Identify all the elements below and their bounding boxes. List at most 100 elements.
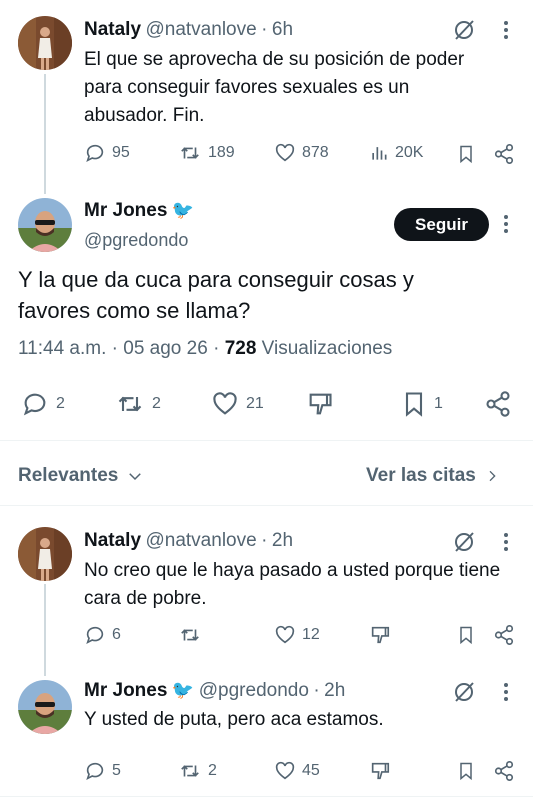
chevron-down-icon (129, 473, 142, 481)
share-icon[interactable] (493, 143, 515, 170)
reply-text: No creo que le haya pasado a usted porqu… (84, 560, 501, 609)
dislike-icon[interactable] (369, 624, 391, 651)
tweet-text: El que se aprovecha de su posición de po… (84, 49, 465, 126)
divider (0, 505, 533, 506)
bookmark-count: 1 (434, 395, 443, 412)
reply-icon (86, 762, 104, 780)
separator-dot: · (213, 338, 220, 359)
author-handle[interactable]: @natvanlove (145, 19, 256, 40)
avatar-photo-mrjones (18, 680, 72, 734)
thread-line (44, 74, 46, 194)
author-name[interactable]: Nataly (84, 19, 141, 40)
retweet-count: 2 (152, 395, 161, 412)
reply-count: 5 (112, 762, 121, 779)
author-name[interactable]: Mr Jones (84, 200, 167, 221)
retweet-icon (181, 765, 199, 777)
avatar-photo-nataly (18, 16, 72, 70)
retweet-count: 189 (208, 144, 235, 161)
author-name[interactable]: Nataly (84, 530, 141, 551)
timestamp[interactable]: 2h (324, 680, 345, 701)
reply-button[interactable]: 2 (20, 390, 65, 418)
timestamp[interactable]: 6h (272, 19, 293, 40)
reply-icon (86, 144, 104, 162)
reply-count: 6 (112, 626, 121, 643)
views-count: 20K (395, 144, 424, 161)
sort-label: Relevantes (18, 465, 119, 486)
follow-button[interactable]: Seguir (394, 208, 489, 241)
avatar[interactable] (18, 680, 72, 734)
like-count: 21 (246, 395, 264, 412)
views-label[interactable]: Visualizaciones (262, 338, 393, 359)
bookmark-icon[interactable] (456, 760, 476, 787)
post-time[interactable]: 11:44 a.m. (18, 338, 106, 359)
more-options-icon[interactable] (500, 18, 512, 47)
author-handle[interactable]: @natvanlove (145, 530, 256, 551)
retweet-icon[interactable] (178, 624, 202, 651)
view-quotes-link[interactable]: Ver las citas (366, 465, 500, 487)
more-options-icon[interactable] (500, 680, 512, 709)
thread-line (44, 584, 46, 676)
author-name[interactable]: Mr Jones (84, 680, 167, 701)
reply-button[interactable]: 95 (84, 142, 130, 164)
like-count: 12 (302, 626, 320, 643)
reply-icon (23, 393, 46, 416)
separator-dot: · (261, 530, 268, 551)
reply-button[interactable]: 6 (84, 624, 121, 646)
heart-icon (275, 625, 295, 644)
analytics-icon (372, 147, 387, 160)
tweet-text: Y la que da cuca para conseguir cosas y … (18, 267, 414, 323)
views-button[interactable]: 20K (369, 142, 423, 164)
like-count: 878 (302, 144, 329, 161)
separator-dot: · (313, 680, 320, 701)
avatar[interactable] (18, 198, 72, 252)
chevron-right-icon (489, 470, 496, 482)
dislike-icon[interactable] (305, 390, 335, 423)
separator-dot: · (111, 338, 118, 359)
share-icon[interactable] (493, 624, 515, 651)
retweet-button[interactable]: 189 (178, 142, 235, 164)
retweet-count: 2 (208, 762, 217, 779)
sort-dropdown[interactable]: Relevantes (18, 465, 144, 487)
avatar-photo-nataly (18, 527, 72, 581)
avatar[interactable] (18, 16, 72, 70)
post-date[interactable]: 05 ago 26 (123, 338, 208, 359)
reply-count: 95 (112, 144, 130, 161)
bookmark-icon[interactable] (456, 624, 476, 651)
bookmark-icon[interactable] (456, 143, 476, 170)
reply-count: 2 (56, 395, 65, 412)
views-count[interactable]: 728 (225, 338, 257, 359)
like-button[interactable]: 12 (274, 624, 320, 646)
retweet-icon (181, 147, 199, 159)
share-icon[interactable] (483, 390, 513, 423)
share-icon[interactable] (493, 760, 515, 787)
separator-dot: · (261, 19, 268, 40)
retweet-button[interactable]: 2 (114, 390, 161, 418)
reply-text: Y usted de puta, pero aca estamos. (84, 709, 384, 730)
grok-icon[interactable] (452, 680, 476, 709)
like-button[interactable]: 878 (274, 142, 329, 164)
bird-icon: 🐦 (171, 680, 195, 700)
reply-button[interactable]: 5 (84, 760, 121, 782)
avatar-photo-mrjones (18, 198, 72, 252)
author-handle[interactable]: @pgredondo (84, 230, 188, 251)
heart-icon (275, 143, 295, 162)
dislike-icon[interactable] (369, 760, 391, 787)
author-handle[interactable]: @pgredondo (199, 680, 309, 701)
divider (0, 440, 533, 441)
divider (0, 796, 533, 797)
like-button[interactable]: 21 (210, 390, 264, 418)
reply-icon (86, 626, 104, 644)
bird-icon: 🐦 (171, 200, 195, 220)
more-options-icon[interactable] (500, 530, 512, 559)
like-count: 45 (302, 762, 320, 779)
avatar[interactable] (18, 527, 72, 581)
like-button[interactable]: 45 (274, 760, 320, 782)
timestamp[interactable]: 2h (272, 530, 293, 551)
quotes-label: Ver las citas (366, 465, 476, 486)
grok-icon[interactable] (452, 18, 476, 47)
more-options-icon[interactable] (500, 212, 512, 241)
grok-icon[interactable] (452, 530, 476, 559)
retweet-button[interactable]: 2 (178, 760, 217, 782)
retweet-icon (118, 396, 142, 412)
bookmark-button[interactable]: 1 (400, 390, 443, 418)
